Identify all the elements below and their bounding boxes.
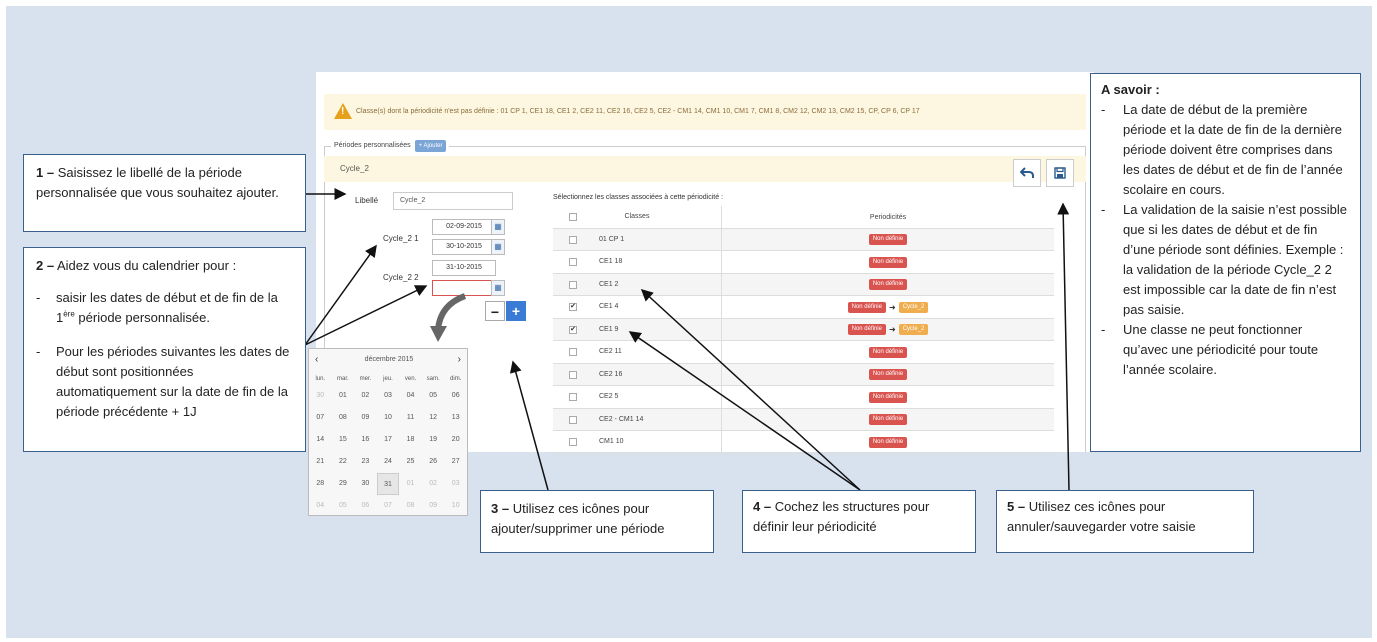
callout-2-b1-post: période personnalisée. [74,310,210,325]
a-savoir-item: - La validation de la saisie n’est possib… [1101,200,1350,320]
a-savoir-box: A savoir : - La date de début de la premi… [1090,73,1361,452]
callout-4-text: Cochez les structures pour définir leur … [753,499,930,534]
callout-3: 3 – Utilisez ces icônes pour ajouter/sup… [480,490,714,553]
callout-1: 1 – Saisissez le libellé de la période p… [23,154,306,232]
callout-1-text: Saisissez le libellé de la période perso… [36,165,279,200]
callout-3-number: 3 – [491,501,510,516]
callout-5-text: Utilisez ces icônes pour annuler/sauvega… [1007,499,1196,534]
callout-2-bullet-2: - Pour les périodes suivantes les dates … [36,342,293,422]
callout-2-bullet-1: - saisir les dates de début et de fin de… [36,290,278,325]
a-savoir-item-text: La date de début de la première période … [1123,102,1343,197]
a-savoir-list: - La date de début de la première période… [1101,100,1350,380]
a-savoir-title: A savoir : [1101,82,1160,97]
callout-2-b2: Pour les périodes suivantes les dates de… [56,344,290,419]
a-savoir-item: - Une classe ne peut fonctionner qu’avec … [1101,320,1350,380]
callout-5: 5 – Utilisez ces icônes pour annuler/sau… [996,490,1254,553]
a-savoir-item-text: Une classe ne peut fonctionner qu’avec u… [1123,322,1319,377]
callout-2-intro: Aidez vous du calendrier pour : [54,258,237,273]
a-savoir-item-text: La validation de la saisie n’est possibl… [1123,202,1348,317]
callout-3-text: Utilisez ces icônes pour ajouter/supprim… [491,501,665,536]
callout-4-number: 4 – [753,499,772,514]
callout-1-number: 1 – [36,165,55,180]
a-savoir-item: - La date de début de la première période… [1101,100,1350,200]
callout-2-number: 2 – [36,258,55,273]
callout-4: 4 – Cochez les structures pour définir l… [742,490,976,553]
callout-2: 2 – Aidez vous du calendrier pour : - sa… [23,247,306,452]
callout-5-number: 5 – [1007,499,1026,514]
callout-2-b1-sup: ère [63,309,75,319]
